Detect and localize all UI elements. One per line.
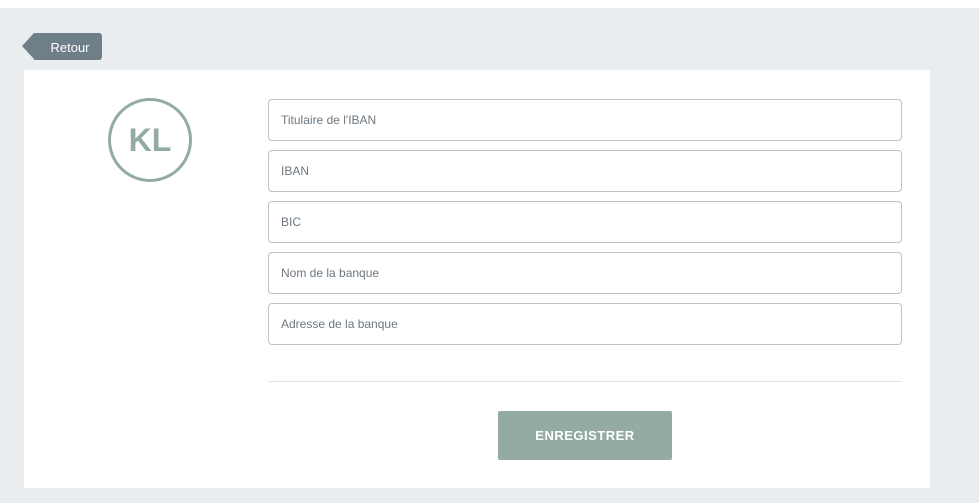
save-button[interactable]: ENREGISTRER	[498, 411, 672, 460]
form-divider	[268, 381, 902, 382]
back-button[interactable]: Retour	[22, 33, 102, 60]
page-background: Retour KL ENREGISTRER	[0, 8, 979, 503]
iban-holder-input[interactable]	[268, 99, 902, 141]
bank-address-input[interactable]	[268, 303, 902, 345]
bic-input[interactable]	[268, 201, 902, 243]
bank-name-input[interactable]	[268, 252, 902, 294]
avatar: KL	[108, 98, 192, 182]
iban-input[interactable]	[268, 150, 902, 192]
bank-details-card: KL ENREGISTRER	[24, 70, 930, 488]
